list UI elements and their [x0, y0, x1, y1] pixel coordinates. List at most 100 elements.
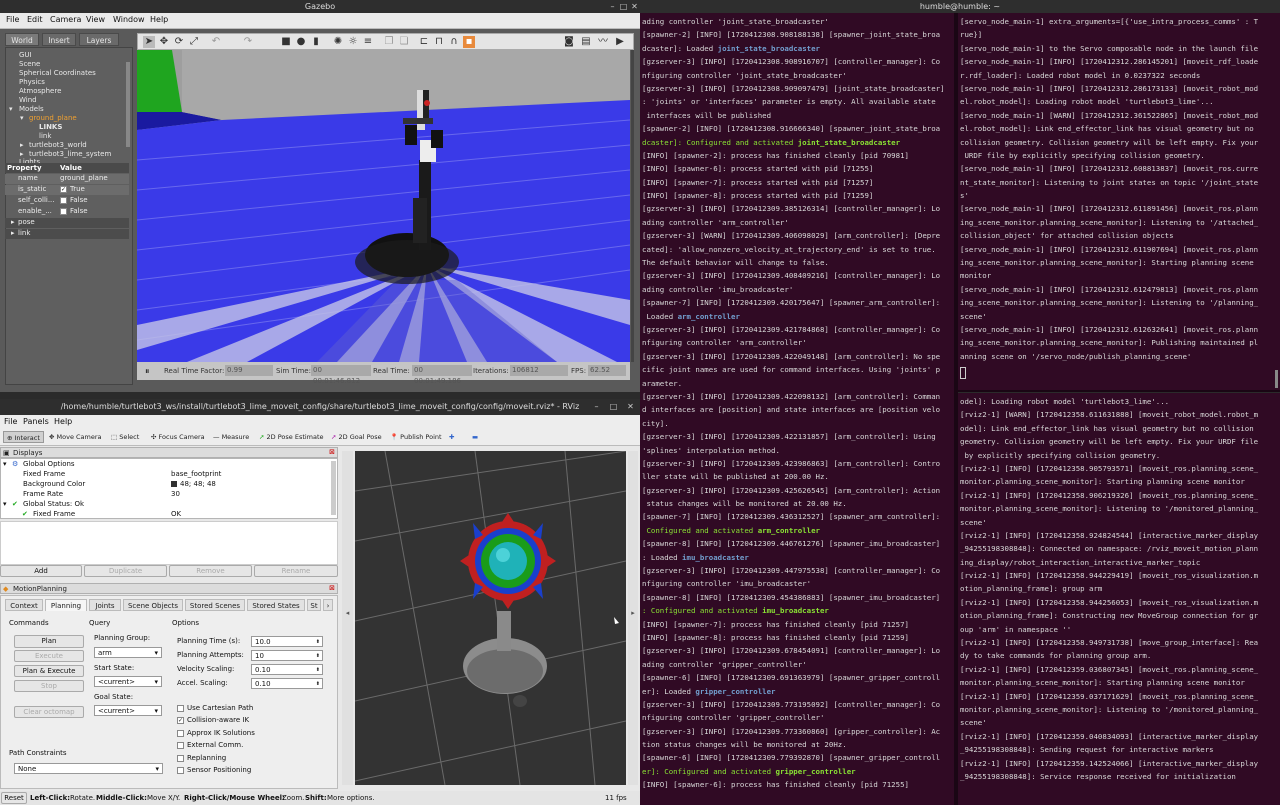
displays-scrollbar[interactable]	[331, 461, 336, 515]
directional-light-icon[interactable]: ≡	[362, 36, 374, 48]
magnet-icon[interactable]: ∩	[448, 36, 460, 48]
menu-view[interactable]: View	[86, 15, 105, 24]
tree-spherical-coordinates[interactable]: Spherical Coordinates	[19, 69, 96, 77]
pause-icon[interactable]: ⏸	[145, 367, 150, 377]
clear-octomap-button[interactable]: Clear octomap	[14, 706, 84, 718]
plan-and-execute-button[interactable]: Plan & Execute	[14, 665, 84, 677]
tree-atmosphere[interactable]: Atmosphere	[19, 87, 61, 95]
plan-button[interactable]: Plan	[14, 635, 84, 648]
tree-ground-plane[interactable]: ground_plane	[29, 114, 77, 122]
tab-insert[interactable]: Insert	[42, 33, 76, 46]
tab-stored-scenes[interactable]: Stored Scenes	[185, 599, 245, 611]
sphere-shape-icon[interactable]: ●	[295, 36, 307, 48]
menu-help[interactable]: Help	[54, 417, 72, 426]
maximize-icon[interactable]: □	[609, 402, 618, 411]
expand-arrow-icon[interactable]: ▾	[3, 460, 7, 468]
prop-row-link[interactable]: ▸ link	[5, 229, 129, 239]
terminal-pane-left[interactable]: ading controller 'joint_state_broadcaste…	[640, 13, 954, 805]
prop-row-pose[interactable]: ▸ pose	[5, 218, 129, 228]
tree-turtlebot3-world[interactable]: turtlebot3_world	[29, 141, 87, 149]
expand-arrow-icon[interactable]: ▸	[20, 141, 24, 149]
terminal-pane-bottom-right[interactable]: odel]: Loading robot model 'turtlebot3_l…	[958, 393, 1280, 805]
approx-ik-checkbox[interactable]	[177, 730, 184, 737]
goal-state-select[interactable]: <current> ▾	[94, 705, 162, 716]
add-button[interactable]: Add	[0, 565, 82, 577]
tree-link[interactable]: link	[39, 132, 51, 140]
display-row[interactable]: Fixed Frame base_footprint	[1, 470, 331, 480]
tree-turtlebot3-lime-system[interactable]: turtlebot3_lime_system	[29, 150, 111, 158]
tool-move-camera[interactable]: ✥ Move Camera	[49, 431, 102, 443]
tool-publish-point[interactable]: 📍 Publish Point	[390, 431, 442, 443]
prop-row-self-collide[interactable]: self_colli... False	[5, 196, 129, 206]
display-row[interactable]: Background Color 48; 48; 48	[1, 480, 331, 490]
tree-scene[interactable]: Scene	[19, 60, 40, 68]
planning-time-input[interactable]: 10.0 ⬍	[251, 636, 323, 647]
checkbox-checked-icon[interactable]: ✓	[60, 186, 67, 193]
display-row[interactable]: ✔ Fixed Frame OK	[1, 510, 331, 520]
expand-arrow-icon[interactable]: ▾	[3, 500, 7, 508]
rviz-3d-view[interactable]	[355, 451, 626, 785]
menu-camera[interactable]: Camera	[50, 15, 81, 24]
tree-scrollbar[interactable]	[126, 62, 130, 147]
cylinder-shape-icon[interactable]: ▮	[310, 36, 322, 48]
expand-arrow-icon[interactable]: ▾	[9, 105, 13, 113]
collapse-left-arrow-icon[interactable]: ◂	[342, 451, 353, 785]
panel-close-icon[interactable]: ⊠	[329, 584, 335, 592]
log-icon[interactable]: ▤	[580, 36, 592, 48]
gazebo-3d-scene[interactable]	[137, 50, 630, 362]
scale-icon[interactable]: ⤢	[188, 36, 200, 48]
rotate-icon[interactable]: ⟳	[173, 36, 185, 48]
tree-models[interactable]: Models	[19, 105, 44, 113]
tool-select[interactable]: ⬚ Select	[111, 431, 139, 443]
paste-icon[interactable]: ❏	[398, 36, 410, 48]
checkbox-icon[interactable]	[60, 208, 67, 215]
prop-row-enable-wind[interactable]: enable_... False	[5, 207, 129, 217]
collision-aware-checkbox[interactable]: ✓	[177, 717, 184, 724]
menu-panels[interactable]: Panels	[23, 417, 49, 426]
tab-stored-states[interactable]: Stored States	[247, 599, 305, 611]
panel-close-icon[interactable]: ⊠	[329, 448, 335, 456]
tab-layers[interactable]: Layers	[79, 33, 119, 46]
point-light-icon[interactable]: ✺	[332, 36, 344, 48]
display-value[interactable]: base_footprint	[171, 470, 221, 478]
replanning-checkbox[interactable]	[177, 755, 184, 762]
translate-icon[interactable]: ✥	[158, 36, 170, 48]
record-icon[interactable]: ▪	[463, 36, 475, 48]
menu-window[interactable]: Window	[113, 15, 145, 24]
video-icon[interactable]: ▶	[614, 36, 626, 48]
tree-gui[interactable]: GUI	[19, 51, 32, 59]
tool-2d-goal-pose[interactable]: ➚ 2D Goal Pose	[331, 431, 382, 443]
menu-file[interactable]: File	[4, 417, 17, 426]
tab-context[interactable]: Context	[5, 599, 43, 611]
remove-button[interactable]: Remove	[169, 565, 252, 577]
screenshot-icon[interactable]: ◙	[563, 36, 575, 48]
tab-scroll-right-icon[interactable]: ›	[323, 599, 333, 611]
prop-row-is-static[interactable]: is_static ✓ True	[5, 185, 129, 195]
path-constraints-select[interactable]: None ▾	[14, 763, 163, 774]
rename-button[interactable]: Rename	[254, 565, 338, 577]
display-value[interactable]: 48; 48; 48	[180, 480, 216, 488]
collapse-right-arrow-icon[interactable]: ▸	[628, 451, 638, 785]
menu-help[interactable]: Help	[150, 15, 168, 24]
maximize-icon[interactable]: □	[619, 2, 628, 11]
minimize-icon[interactable]: –	[592, 402, 601, 411]
sensor-positioning-checkbox[interactable]	[177, 767, 184, 774]
tab-status[interactable]: St	[307, 599, 321, 611]
duplicate-button[interactable]: Duplicate	[84, 565, 167, 577]
planning-attempts-input[interactable]: 10 ⬍	[251, 650, 323, 661]
tree-physics[interactable]: Physics	[19, 78, 45, 86]
tool-interact[interactable]: ⊕ Interact	[3, 431, 44, 443]
external-comm-checkbox[interactable]	[177, 742, 184, 749]
copy-icon[interactable]: ❐	[383, 36, 395, 48]
undo-icon[interactable]: ↶	[210, 36, 222, 48]
stop-button[interactable]: Stop	[14, 680, 84, 692]
terminal-pane-top-right[interactable]: [servo_node_main-1] extra_arguments=[{'u…	[958, 13, 1280, 365]
display-row[interactable]: Frame Rate 30	[1, 490, 331, 500]
tree-wind[interactable]: Wind	[19, 96, 37, 104]
tab-planning[interactable]: Planning	[45, 599, 87, 611]
use-cartesian-checkbox[interactable]	[177, 705, 184, 712]
tab-world[interactable]: World	[5, 33, 39, 46]
minimize-icon[interactable]: –	[608, 2, 617, 11]
tool-measure[interactable]: — Measure	[213, 431, 249, 443]
prop-row-name[interactable]: name ground_plane	[5, 174, 129, 184]
